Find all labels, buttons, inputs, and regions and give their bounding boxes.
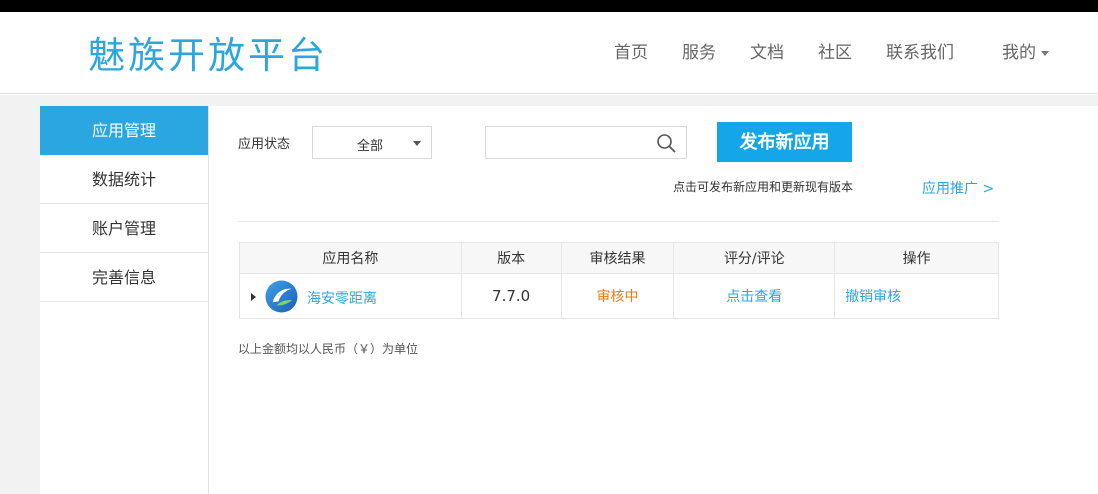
cancel-review-link[interactable]: 撤销审核 [845, 289, 901, 305]
col-rating: 评分/评论 [673, 242, 836, 274]
app-promotion-link[interactable]: 应用推广 > [922, 178, 994, 198]
search-input[interactable] [486, 127, 646, 158]
nav-services[interactable]: 服务 [682, 41, 716, 65]
publish-hint: 点击可发布新应用和更新现有版本 [673, 180, 854, 194]
table-header-row: 应用名称 版本 审核结果 评分/评论 操作 [239, 242, 999, 274]
status-select-value: 全部 [357, 139, 384, 154]
col-app-name: 应用名称 [239, 242, 462, 274]
search-icon[interactable] [656, 133, 676, 153]
col-operation: 操作 [834, 242, 999, 274]
chevron-down-icon [413, 141, 421, 146]
operation-cell: 撤销审核 [834, 273, 999, 319]
top-nav: 首页 服务 文档 社区 联系我们 我的 [0, 41, 1098, 69]
sidebar-item-profile[interactable]: 完善信息 [40, 253, 208, 302]
col-review-result: 审核结果 [560, 242, 675, 274]
nav-community[interactable]: 社区 [818, 41, 852, 65]
app-name-link[interactable]: 海安零距离 [307, 288, 377, 308]
caret-down-icon [1041, 50, 1049, 56]
expand-arrow-icon[interactable] [251, 293, 256, 301]
nav-home[interactable]: 首页 [614, 41, 648, 65]
nav-docs[interactable]: 文档 [750, 41, 784, 65]
currency-footnote: 以上金额均以人民币（￥）为单位 [238, 342, 419, 356]
user-menu[interactable]: 我的 [1002, 41, 1049, 65]
top-black-bar [0, 0, 1098, 12]
divider [238, 221, 999, 222]
nav-contact[interactable]: 联系我们 [886, 41, 954, 65]
app-table: 应用名称 版本 审核结果 评分/评论 操作 海安零距离 7.7.0 审核中 点击… [239, 242, 999, 319]
review-status: 审核中 [560, 273, 675, 319]
sidebar-item-app-management[interactable]: 应用管理 [40, 106, 208, 155]
status-select[interactable]: 全部 [312, 126, 432, 159]
view-rating-link[interactable]: 点击查看 [726, 289, 782, 305]
app-version: 7.7.0 [460, 273, 562, 319]
header: 魅族开放平台 首页 服务 文档 社区 联系我们 我的 [0, 12, 1098, 94]
app-icon [265, 280, 298, 313]
sidebar-item-account[interactable]: 账户管理 [40, 204, 208, 253]
sidebar-item-statistics[interactable]: 数据统计 [40, 155, 208, 204]
main-content: 应用状态 全部 发布新应用 点击可发布新应用和更新现有版本 应用推广 > 应用名… [209, 106, 1098, 494]
page-body: 应用管理 数据统计 账户管理 完善信息 应用状态 全部 发布新应用 点击可发布新… [0, 95, 1098, 494]
col-version: 版本 [460, 242, 562, 274]
publish-new-app-button[interactable]: 发布新应用 [717, 122, 852, 162]
user-menu-label: 我的 [1002, 43, 1036, 63]
search-box [485, 126, 687, 159]
sidebar: 应用管理 数据统计 账户管理 完善信息 [40, 106, 209, 494]
table-row: 海安零距离 7.7.0 审核中 点击查看 撤销审核 [239, 273, 999, 319]
rating-cell: 点击查看 [673, 273, 836, 319]
status-label: 应用状态 [238, 137, 291, 152]
app-name-cell: 海安零距离 [239, 273, 462, 319]
